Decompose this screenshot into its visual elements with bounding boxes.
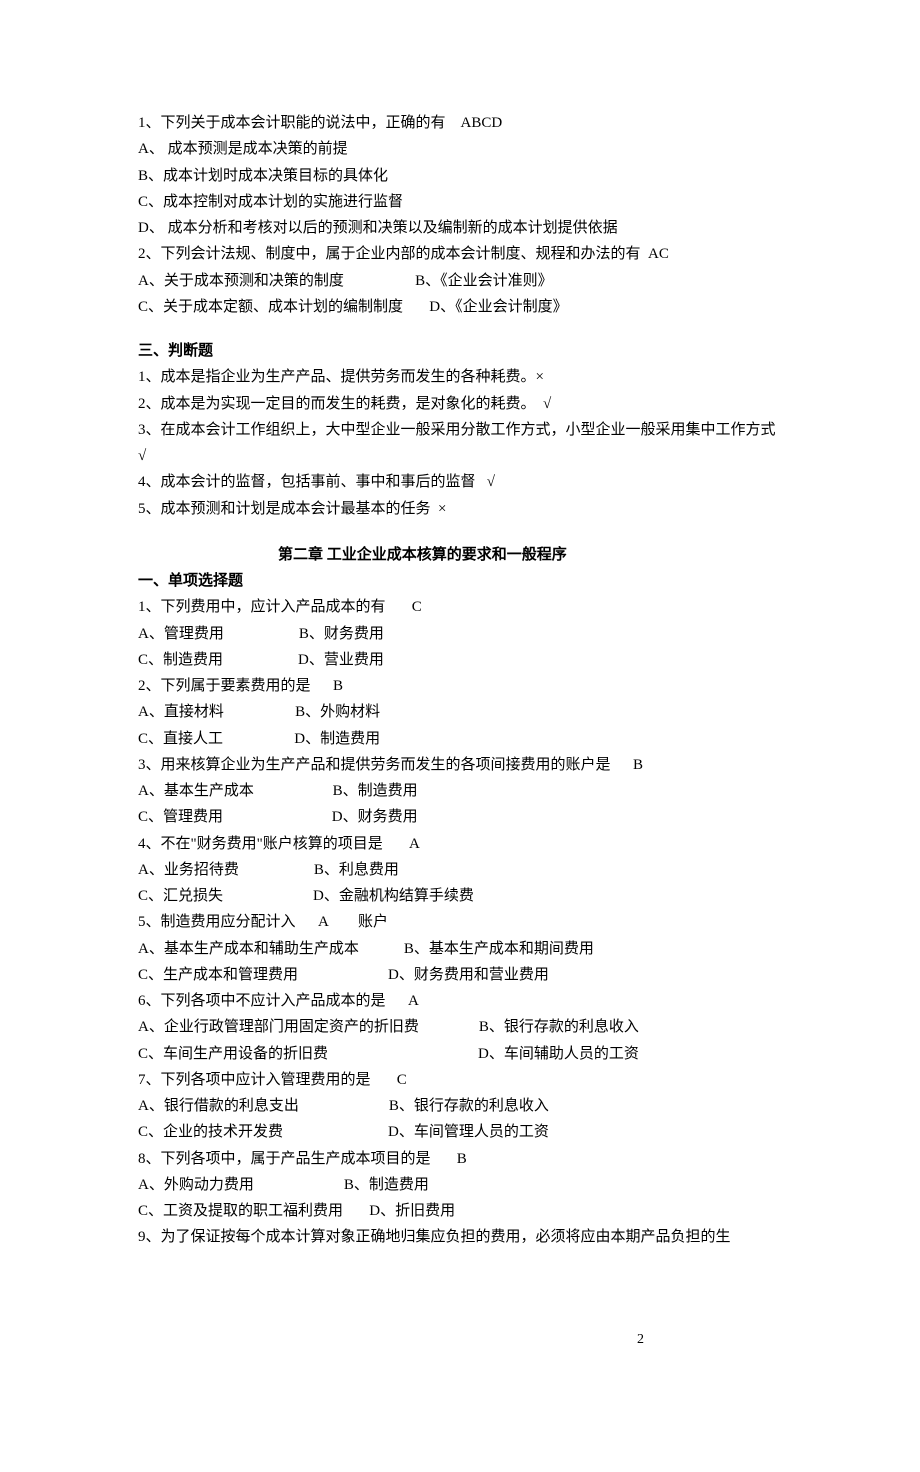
- judge-4: 4、成本会计的监督，包括事前、事中和事后的监督 √: [138, 469, 782, 495]
- q1-option-c: C、成本控制对成本计划的实施进行监督: [138, 189, 782, 215]
- q1-option-b: B、成本计划时成本决策目标的具体化: [138, 163, 782, 189]
- c2q9-stem: 9、为了保证按每个成本计算对象正确地归集应负担的费用，必须将应由本期产品负担的生: [138, 1224, 782, 1250]
- c2q4-stem: 4、不在"财务费用"账户核算的项目是 A: [138, 831, 782, 857]
- c2q4-row2: C、汇兑损失 D、金融机构结算手续费: [138, 883, 782, 909]
- c2q2-row1: A、直接材料 B、外购材料: [138, 699, 782, 725]
- c2q1-stem: 1、下列费用中，应计入产品成本的有 C: [138, 594, 782, 620]
- section3-title: 三、判断题: [138, 338, 782, 364]
- c2q8-row1: A、外购动力费用 B、制造费用: [138, 1172, 782, 1198]
- c2q3-row1: A、基本生产成本 B、制造费用: [138, 778, 782, 804]
- q1-option-d: D、 成本分析和考核对以后的预测和决策以及编制新的成本计划提供依据: [138, 215, 782, 241]
- judge-3: 3、在成本会计工作组织上，大中型企业一般采用分散工作方式，小型企业一般采用集中工…: [138, 417, 782, 470]
- c2q8-stem: 8、下列各项中，属于产品生产成本项目的是 B: [138, 1146, 782, 1172]
- c2q5-row2: C、生产成本和管理费用 D、财务费用和营业费用: [138, 962, 782, 988]
- q2-row1: A、关于成本预测和决策的制度 B、《企业会计准则》: [138, 268, 782, 294]
- judge-5: 5、成本预测和计划是成本会计最基本的任务 ×: [138, 496, 782, 522]
- c2q4-row1: A、业务招待费 B、利息费用: [138, 857, 782, 883]
- judge-1: 1、成本是指企业为生产产品、提供劳务而发生的各种耗费。×: [138, 364, 782, 390]
- page-number: 2: [637, 1328, 644, 1353]
- judge-2: 2、成本是为实现一定目的而发生的耗费，是对象化的耗费。 √: [138, 391, 782, 417]
- q2-stem: 2、下列会计法规、制度中，属于企业内部的成本会计制度、规程和办法的有 AC: [138, 241, 782, 267]
- c2q7-stem: 7、下列各项中应计入管理费用的是 C: [138, 1067, 782, 1093]
- c2q1-row1: A、管理费用 B、财务费用: [138, 621, 782, 647]
- c2q2-row2: C、直接人工 D、制造费用: [138, 726, 782, 752]
- c2q3-stem: 3、用来核算企业为生产产品和提供劳务而发生的各项间接费用的账户是 B: [138, 752, 782, 778]
- c2q5-row1: A、基本生产成本和辅助生产成本 B、基本生产成本和期间费用: [138, 936, 782, 962]
- c2q6-row1: A、企业行政管理部门用固定资产的折旧费 B、银行存款的利息收入: [138, 1014, 782, 1040]
- c2q7-row1: A、银行借款的利息支出 B、银行存款的利息收入: [138, 1093, 782, 1119]
- c2q3-row2: C、管理费用 D、财务费用: [138, 804, 782, 830]
- chapter2-title: 第二章 工业企业成本核算的要求和一般程序: [278, 542, 782, 568]
- c2q6-row2: C、车间生产用设备的折旧费 D、车间辅助人员的工资: [138, 1041, 782, 1067]
- c2q5-stem: 5、制造费用应分配计入 A 账户: [138, 909, 782, 935]
- page-container: 1、下列关于成本会计职能的说法中，正确的有 ABCD A、 成本预测是成本决策的…: [138, 110, 782, 1412]
- section1b-title: 一、单项选择题: [138, 568, 782, 594]
- q1-option-a: A、 成本预测是成本决策的前提: [138, 136, 782, 162]
- q2-row2: C、关于成本定额、成本计划的编制制度 D、《企业会计制度》: [138, 294, 782, 320]
- c2q8-row2: C、工资及提取的职工福利费用 D、折旧费用: [138, 1198, 782, 1224]
- c2q2-stem: 2、下列属于要素费用的是 B: [138, 673, 782, 699]
- c2q7-row2: C、企业的技术开发费 D、车间管理人员的工资: [138, 1119, 782, 1145]
- q1-stem: 1、下列关于成本会计职能的说法中，正确的有 ABCD: [138, 110, 782, 136]
- c2q1-row2: C、制造费用 D、营业费用: [138, 647, 782, 673]
- c2q6-stem: 6、下列各项中不应计入产品成本的是 A: [138, 988, 782, 1014]
